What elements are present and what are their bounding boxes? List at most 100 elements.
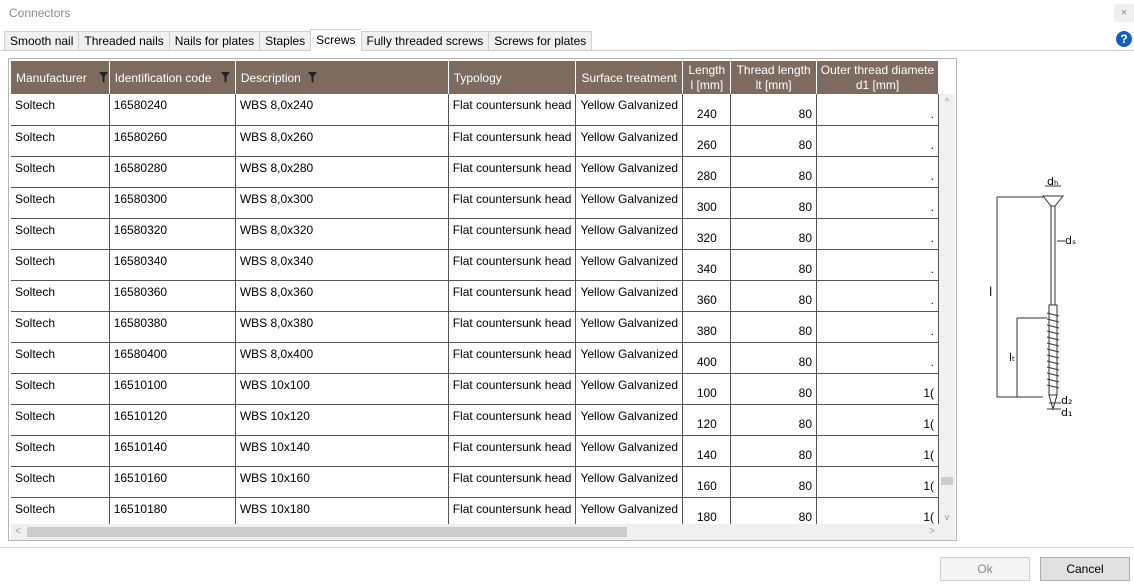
outer-diameter-cell[interactable]: . [816, 311, 939, 343]
manufacturer-cell[interactable]: Soltech [11, 156, 110, 188]
column-header[interactable]: Manufacturer [11, 61, 110, 94]
outer-diameter-cell[interactable]: . [816, 342, 939, 374]
description-cell[interactable]: WBS 8,0x380 [235, 311, 449, 343]
surface-treatment-cell[interactable]: Yellow Galvanized [575, 373, 684, 405]
tab-staples[interactable]: Staples [259, 31, 311, 51]
thread-length-cell[interactable]: 80 [730, 125, 817, 157]
identification-code-cell[interactable]: 16580280 [109, 156, 236, 188]
manufacturer-cell[interactable]: Soltech [11, 497, 110, 525]
typology-cell[interactable]: Flat countersunk head [448, 497, 577, 525]
table-row[interactable]: Soltech 16510140 WBS 10x140 Flat countersun… [11, 435, 939, 467]
manufacturer-cell[interactable]: Soltech [11, 311, 110, 343]
surface-treatment-cell[interactable]: Yellow Galvanized [575, 280, 684, 312]
length-cell[interactable]: 400 [682, 342, 732, 374]
length-cell[interactable]: 240 [682, 94, 732, 126]
scroll-down-icon[interactable]: v [939, 510, 955, 524]
outer-diameter-cell[interactable]: . [816, 94, 939, 126]
description-cell[interactable]: WBS 8,0x260 [235, 125, 449, 157]
tab-screws-for-plates[interactable]: Screws for plates [488, 31, 593, 51]
typology-cell[interactable]: Flat countersunk head [448, 218, 577, 250]
description-cell[interactable]: WBS 10x120 [235, 404, 449, 436]
identification-code-cell[interactable]: 16580400 [109, 342, 236, 374]
length-cell[interactable]: 300 [682, 187, 732, 219]
identification-code-cell[interactable]: 16580260 [109, 125, 236, 157]
length-cell[interactable]: 260 [682, 125, 732, 157]
description-cell[interactable]: WBS 8,0x340 [235, 249, 449, 281]
description-cell[interactable]: WBS 8,0x240 [235, 94, 449, 126]
thread-length-cell[interactable]: 80 [730, 311, 817, 343]
table-row[interactable]: Soltech 16580320 WBS 8,0x320 Flat countersu… [11, 218, 939, 250]
thread-length-cell[interactable]: 80 [730, 497, 817, 525]
identification-code-cell[interactable]: 16580360 [109, 280, 236, 312]
manufacturer-cell[interactable]: Soltech [11, 373, 110, 405]
outer-diameter-cell[interactable]: 1( [816, 435, 939, 467]
typology-cell[interactable]: Flat countersunk head [448, 125, 577, 157]
description-cell[interactable]: WBS 8,0x320 [235, 218, 449, 250]
surface-treatment-cell[interactable]: Yellow Galvanized [575, 342, 684, 374]
typology-cell[interactable]: Flat countersunk head [448, 435, 577, 467]
surface-treatment-cell[interactable]: Yellow Galvanized [575, 404, 684, 436]
length-cell[interactable]: 160 [682, 466, 732, 498]
scroll-right-icon[interactable]: > [925, 524, 939, 540]
manufacturer-cell[interactable]: Soltech [11, 187, 110, 219]
tab-threaded-nails[interactable]: Threaded nails [78, 31, 169, 51]
thread-length-cell[interactable]: 80 [730, 156, 817, 188]
identification-code-cell[interactable]: 16510140 [109, 435, 236, 467]
typology-cell[interactable]: Flat countersunk head [448, 94, 577, 126]
table-row[interactable]: Soltech 16580260 WBS 8,0x260 Flat countersu… [11, 125, 939, 157]
identification-code-cell[interactable]: 16580300 [109, 187, 236, 219]
horizontal-scroll-thumb[interactable] [27, 527, 627, 537]
thread-length-cell[interactable]: 80 [730, 249, 817, 281]
thread-length-cell[interactable]: 80 [730, 94, 817, 126]
typology-cell[interactable]: Flat countersunk head [448, 373, 577, 405]
manufacturer-cell[interactable]: Soltech [11, 94, 110, 126]
column-header[interactable]: Length l [mm] [682, 61, 732, 94]
identification-code-cell[interactable]: 16580320 [109, 218, 236, 250]
vertical-scroll-thumb[interactable] [941, 477, 953, 485]
description-cell[interactable]: WBS 10x180 [235, 497, 449, 525]
scroll-up-icon[interactable]: ^ [939, 94, 955, 108]
table-row[interactable]: Soltech 16580400 WBS 8,0x400 Flat countersu… [11, 342, 939, 374]
thread-length-cell[interactable]: 80 [730, 187, 817, 219]
outer-diameter-cell[interactable]: . [816, 156, 939, 188]
table-row[interactable]: Soltech 16580380 WBS 8,0x380 Flat countersu… [11, 311, 939, 343]
description-cell[interactable]: WBS 8,0x360 [235, 280, 449, 312]
table-row[interactable]: Soltech 16510100 WBS 10x100 Flat countersun… [11, 373, 939, 405]
length-cell[interactable]: 120 [682, 404, 732, 436]
horizontal-scrollbar[interactable]: < > [11, 524, 939, 540]
column-header[interactable]: Description [235, 61, 449, 94]
length-cell[interactable]: 380 [682, 311, 732, 343]
table-row[interactable]: Soltech 16580360 WBS 8,0x360 Flat countersu… [11, 280, 939, 312]
identification-code-cell[interactable]: 16580340 [109, 249, 236, 281]
filter-icon[interactable] [220, 72, 230, 83]
surface-treatment-cell[interactable]: Yellow Galvanized [575, 187, 684, 219]
surface-treatment-cell[interactable]: Yellow Galvanized [575, 156, 684, 188]
typology-cell[interactable]: Flat countersunk head [448, 280, 577, 312]
surface-treatment-cell[interactable]: Yellow Galvanized [575, 218, 684, 250]
surface-treatment-cell[interactable]: Yellow Galvanized [575, 311, 684, 343]
thread-length-cell[interactable]: 80 [730, 373, 817, 405]
table-row[interactable]: Soltech 16510160 WBS 10x160 Flat countersun… [11, 466, 939, 498]
filter-icon[interactable] [99, 72, 108, 83]
typology-cell[interactable]: Flat countersunk head [448, 187, 577, 219]
typology-cell[interactable]: Flat countersunk head [448, 466, 577, 498]
table-row[interactable]: Soltech 16580340 WBS 8,0x340 Flat countersu… [11, 249, 939, 281]
length-cell[interactable]: 360 [682, 280, 732, 312]
tab-fully-threaded-screws[interactable]: Fully threaded screws [360, 31, 489, 51]
typology-cell[interactable]: Flat countersunk head [448, 342, 577, 374]
manufacturer-cell[interactable]: Soltech [11, 280, 110, 312]
scroll-left-icon[interactable]: < [11, 524, 25, 540]
manufacturer-cell[interactable]: Soltech [11, 218, 110, 250]
surface-treatment-cell[interactable]: Yellow Galvanized [575, 466, 684, 498]
tab-screws[interactable]: Screws [310, 29, 361, 51]
manufacturer-cell[interactable]: Soltech [11, 466, 110, 498]
table-row[interactable]: Soltech 16510120 WBS 10x120 Flat countersun… [11, 404, 939, 436]
identification-code-cell[interactable]: 16580240 [109, 94, 236, 126]
table-row[interactable]: Soltech 16510180 WBS 10x180 Flat countersun… [11, 497, 939, 525]
thread-length-cell[interactable]: 80 [730, 466, 817, 498]
manufacturer-cell[interactable]: Soltech [11, 404, 110, 436]
table-row[interactable]: Soltech 16580240 WBS 8,0x240 Flat countersu… [11, 94, 939, 126]
manufacturer-cell[interactable]: Soltech [11, 125, 110, 157]
identification-code-cell[interactable]: 16510160 [109, 466, 236, 498]
column-header[interactable]: Typology [448, 61, 577, 94]
